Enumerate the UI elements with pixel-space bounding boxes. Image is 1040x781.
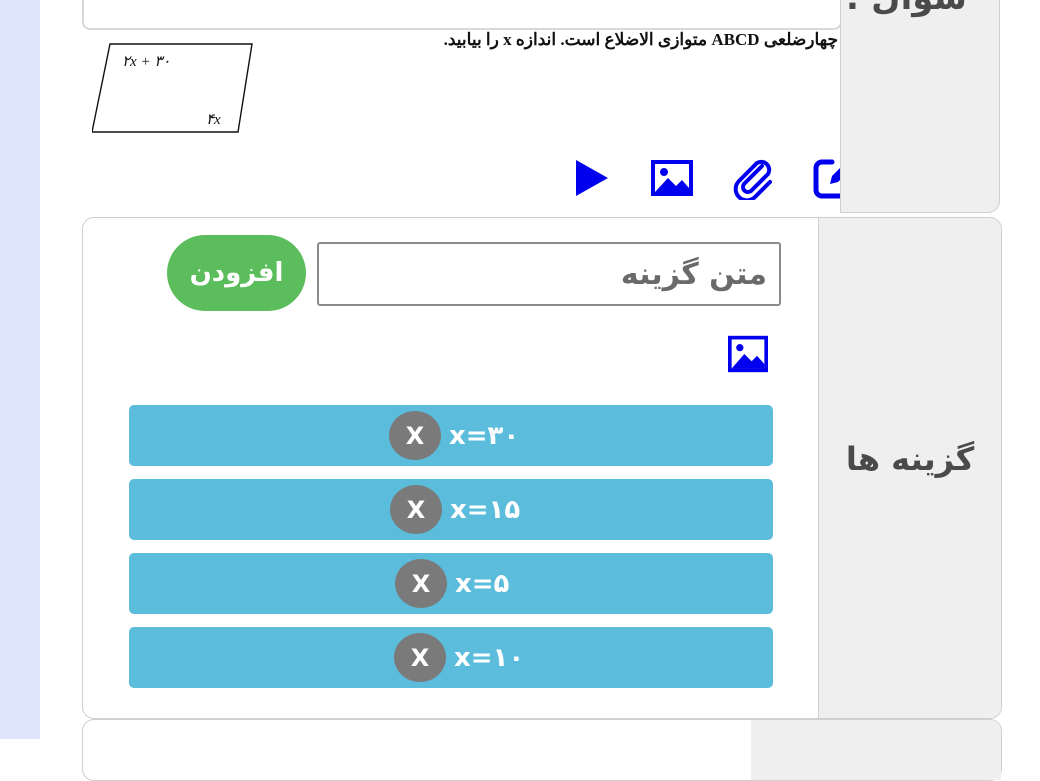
question-row: چهارضلعی ABCD متوازی الاضلاع است. اندازه… <box>40 0 1000 214</box>
image-icon[interactable] <box>648 156 696 200</box>
question-label: سوال : <box>846 0 967 18</box>
question-toolbar <box>530 156 854 200</box>
remove-choice-button[interactable]: X <box>389 411 441 460</box>
options-label-cell: گزینه ها <box>818 218 1001 718</box>
question-text: چهارضلعی ABCD متوازی الاضلاع است. اندازه… <box>443 30 838 49</box>
next-row <box>82 719 1002 781</box>
choice-text: x=۱۰ <box>454 642 525 673</box>
choice-text: x=۳۰ <box>449 420 520 451</box>
next-row-label-cell <box>751 720 1001 780</box>
option-image-icon[interactable] <box>725 334 771 374</box>
add-option-button[interactable]: افزودن <box>167 235 306 311</box>
option-text-input[interactable] <box>317 242 781 306</box>
choice-item[interactable]: X x=۳۰ <box>129 405 773 466</box>
choice-item[interactable]: X x=۱۰ <box>129 627 773 688</box>
attachment-icon[interactable] <box>730 156 778 200</box>
remove-choice-button[interactable]: X <box>395 559 447 608</box>
play-icon[interactable] <box>570 156 618 200</box>
options-label: گزینه ها <box>845 440 975 478</box>
question-input-box[interactable] <box>82 0 842 30</box>
left-stripe <box>0 0 40 739</box>
right-margin <box>1000 0 1040 739</box>
choice-item[interactable]: X x=۵ <box>129 553 773 614</box>
choice-text: x=۱۵ <box>450 494 521 525</box>
choice-text: x=۵ <box>455 568 510 599</box>
remove-choice-button[interactable]: X <box>394 633 446 682</box>
figure-angle-top: ۲x + ۳۰ <box>122 54 170 70</box>
figure-angle-bottom: ۴x <box>206 112 221 128</box>
question-label-cell: سوال : <box>840 0 1000 213</box>
question-content: چهارضلعی ABCD متوازی الاضلاع است. اندازه… <box>40 0 854 214</box>
choice-item[interactable]: X x=۱۵ <box>129 479 773 540</box>
options-row: افزودن X x=۳۰ X x=۱۵ X x=۵ X x=۱۰ گزینه … <box>82 217 1002 719</box>
parallelogram-figure: ۲x + ۳۰ ۴x <box>92 43 253 133</box>
remove-choice-button[interactable]: X <box>390 485 442 534</box>
